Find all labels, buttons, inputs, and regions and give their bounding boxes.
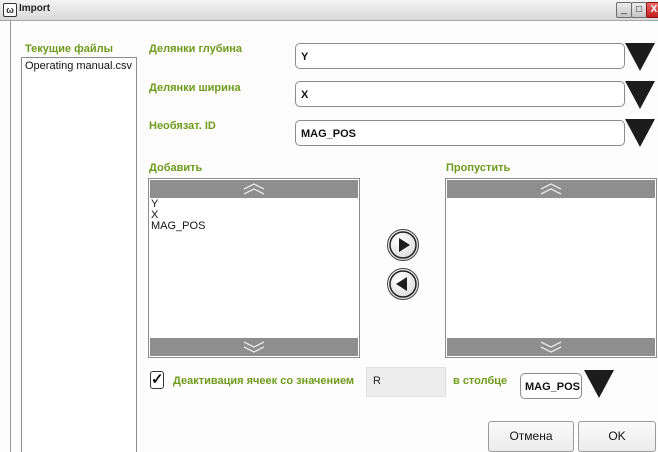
add-list-scroll-up[interactable] — [150, 180, 358, 198]
window-left-border — [10, 20, 11, 452]
width-label: Делянки ширина — [149, 82, 241, 94]
deactivate-checkbox[interactable]: ✓ — [150, 371, 164, 389]
add-list-label: Добавить — [149, 162, 203, 174]
cancel-button[interactable]: Отмена — [488, 421, 574, 452]
chevron-double-up-icon — [243, 183, 265, 195]
import-dialog: ω Import _ □ X Текущие файлы Operating m… — [0, 0, 658, 452]
skip-list-scroll-up[interactable] — [447, 180, 655, 198]
column-dropdown-icon[interactable] — [584, 370, 614, 398]
optional-id-label: Необязат. ID — [149, 120, 216, 132]
skip-list-scroll-down[interactable] — [447, 338, 655, 356]
current-files-list[interactable]: Operating manual.csv — [21, 57, 137, 452]
chevron-double-down-icon — [540, 341, 562, 353]
list-item[interactable]: Y — [151, 199, 205, 210]
arrow-left-circle-icon — [389, 270, 417, 298]
optional-id-dropdown-icon[interactable] — [625, 119, 655, 147]
minimize-button[interactable]: _ — [616, 2, 632, 18]
add-list-scroll-down[interactable] — [150, 338, 358, 356]
skip-list[interactable] — [445, 178, 657, 358]
depth-select-value: Y — [301, 51, 309, 63]
add-list-items: Y X MAG_POS — [151, 199, 205, 232]
arrow-right-circle-icon — [389, 231, 417, 259]
depth-label: Делянки глубина — [149, 43, 243, 55]
current-files-heading: Текущие файлы — [25, 43, 114, 55]
chevron-double-up-icon — [540, 183, 562, 195]
column-label: в столбце — [453, 375, 508, 387]
deactivate-label: Деактивация ячеек со значением — [173, 375, 355, 387]
skip-list-label: Пропустить — [446, 162, 511, 174]
depth-dropdown-icon[interactable] — [625, 43, 655, 71]
column-select-value: MAG_POS — [525, 381, 581, 393]
width-select[interactable]: X — [295, 81, 625, 107]
optional-id-select[interactable]: MAG_POS — [295, 120, 625, 146]
add-list[interactable]: Y X MAG_POS — [148, 178, 360, 358]
title-bar: ω Import _ □ X — [0, 0, 658, 21]
depth-select[interactable]: Y — [295, 43, 625, 69]
move-right-button[interactable] — [387, 229, 419, 261]
deactivate-value-input[interactable]: R — [366, 367, 446, 397]
maximize-button[interactable]: □ — [631, 2, 647, 18]
app-icon: ω — [3, 3, 17, 17]
ok-button[interactable]: OK — [578, 421, 656, 452]
width-dropdown-icon[interactable] — [625, 81, 655, 109]
list-item[interactable]: MAG_POS — [151, 221, 205, 232]
file-item[interactable]: Operating manual.csv — [25, 60, 132, 72]
chevron-double-down-icon — [243, 341, 265, 353]
move-left-button[interactable] — [387, 268, 419, 300]
column-select[interactable]: MAG_POS — [520, 373, 582, 399]
close-button[interactable]: X — [646, 2, 658, 18]
window-title: Import — [19, 3, 51, 14]
optional-id-select-value: MAG_POS — [301, 128, 357, 140]
deactivate-value-text: R — [373, 375, 381, 387]
width-select-value: X — [301, 89, 309, 101]
